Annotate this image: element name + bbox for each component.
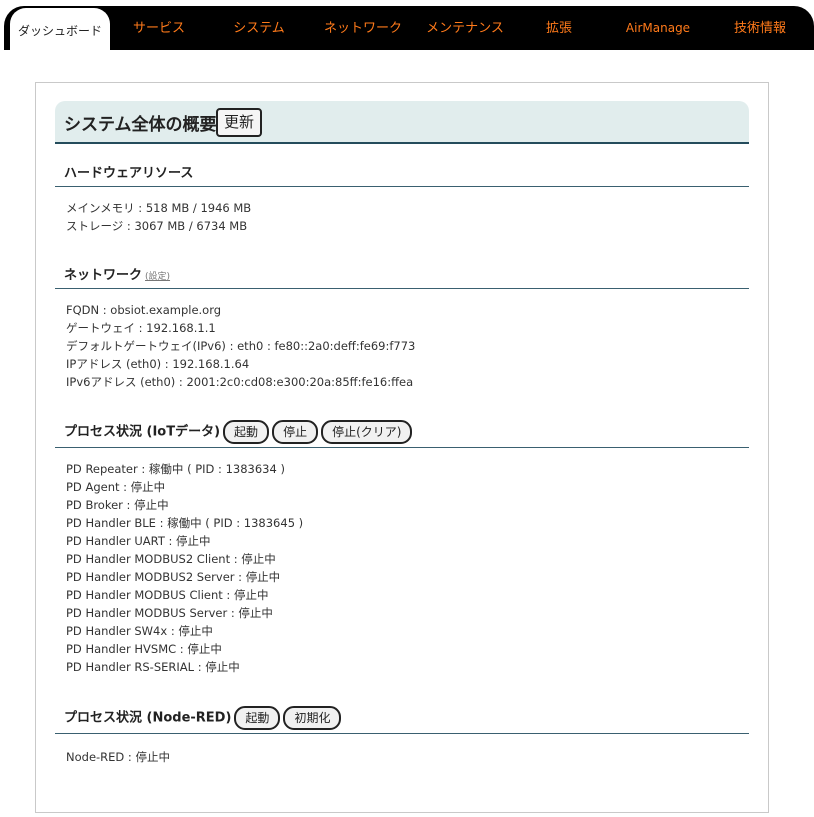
list-item: PD Broker : 停止中	[66, 498, 169, 512]
list-item: PD Handler UART : 停止中	[66, 534, 211, 548]
nodered-process-section-header: プロセス状況 (Node-RED) 起動 初期化	[55, 702, 749, 734]
top-nav: ダッシュボード サービス システム ネットワーク メンテナンス 拡張 AirMa…	[4, 6, 814, 50]
list-item: PD Handler MODBUS2 Server : 停止中	[66, 570, 281, 584]
iot-process-title-wrap: プロセス状況 (IoTデータ) 起動 停止 停止(クリア)	[64, 420, 413, 444]
nodered-process-title: プロセス状況 (Node-RED)	[64, 710, 232, 726]
ip-address-line: IPアドレス (eth0) : 192.168.1.64	[66, 357, 250, 371]
network-settings-link[interactable]: (設定)	[145, 272, 170, 282]
iot-process-section-header: プロセス状況 (IoTデータ) 起動 停止 停止(クリア)	[55, 416, 749, 448]
ipv6-address-line: IPv6アドレス (eth0) : 2001:2c0:cd08:e300:20a…	[66, 375, 414, 389]
iot-stop-button[interactable]: 停止	[272, 420, 319, 444]
hardware-info: メインメモリ : 518 MB / 1946 MB ストレージ : 3067 M…	[66, 199, 251, 235]
nodered-process-list: Node-RED : 停止中	[66, 748, 170, 766]
overview-header: システム全体の概要 更新	[55, 101, 749, 144]
list-item: PD Repeater : 稼働中 ( PID : 1383634 )	[66, 462, 285, 476]
network-section-header: ネットワーク (設定)	[55, 259, 749, 289]
list-item: PD Handler MODBUS Server : 停止中	[66, 606, 273, 620]
nodered-init-button[interactable]: 初期化	[283, 706, 342, 730]
tab-tech-info[interactable]: 技術情報	[712, 6, 808, 50]
nodered-process-title-wrap: プロセス状況 (Node-RED) 起動 初期化	[64, 706, 342, 730]
tab-extensions[interactable]: 拡張	[514, 6, 604, 50]
gateway-line: ゲートウェイ : 192.168.1.1	[66, 321, 216, 335]
page-title: システム全体の概要	[64, 115, 217, 135]
refresh-button[interactable]: 更新	[216, 108, 263, 137]
tab-dashboard[interactable]: ダッシュボード	[10, 8, 110, 50]
list-item: PD Handler HVSMC : 停止中	[66, 642, 222, 656]
memory-usage: メインメモリ : 518 MB / 1946 MB	[66, 201, 252, 215]
network-title: ネットワーク	[64, 268, 143, 283]
hardware-title: ハードウェアリソース	[64, 166, 194, 181]
tab-services[interactable]: サービス	[112, 6, 206, 50]
list-item: PD Handler RS-SERIAL : 停止中	[66, 660, 240, 674]
list-item: Node-RED : 停止中	[66, 750, 170, 764]
tab-system[interactable]: システム	[212, 6, 306, 50]
list-item: PD Handler BLE : 稼働中 ( PID : 1383645 )	[66, 516, 304, 530]
network-info: FQDN : obsiot.example.org ゲートウェイ : 192.1…	[66, 301, 415, 391]
tab-maintenance[interactable]: メンテナンス	[412, 6, 518, 50]
network-title-wrap: ネットワーク (設定)	[64, 264, 170, 283]
iot-start-button[interactable]: 起動	[223, 420, 270, 444]
list-item: PD Handler MODBUS Client : 停止中	[66, 588, 269, 602]
iot-process-list: PD Repeater : 稼働中 ( PID : 1383634 ) PD A…	[66, 460, 303, 676]
list-item: PD Handler MODBUS2 Client : 停止中	[66, 552, 276, 566]
list-item: PD Agent : 停止中	[66, 480, 166, 494]
tab-network[interactable]: ネットワーク	[310, 6, 416, 50]
hardware-section-header: ハードウェアリソース	[55, 157, 749, 187]
storage-usage: ストレージ : 3067 MB / 6734 MB	[66, 219, 248, 233]
iot-process-title: プロセス状況 (IoTデータ)	[64, 424, 221, 440]
iot-stop-clear-button[interactable]: 停止(クリア)	[321, 420, 413, 444]
tab-airmanage[interactable]: AirManage	[610, 6, 706, 50]
overview-panel: システム全体の概要 更新 ハードウェアリソース メインメモリ : 518 MB …	[35, 82, 769, 813]
list-item: PD Handler SW4x : 停止中	[66, 624, 213, 638]
nodered-start-button[interactable]: 起動	[234, 706, 281, 730]
ipv6-gateway-line: デフォルトゲートウェイ(IPv6) : eth0 : fe80::2a0:def…	[66, 339, 416, 353]
fqdn-line: FQDN : obsiot.example.org	[66, 303, 222, 317]
